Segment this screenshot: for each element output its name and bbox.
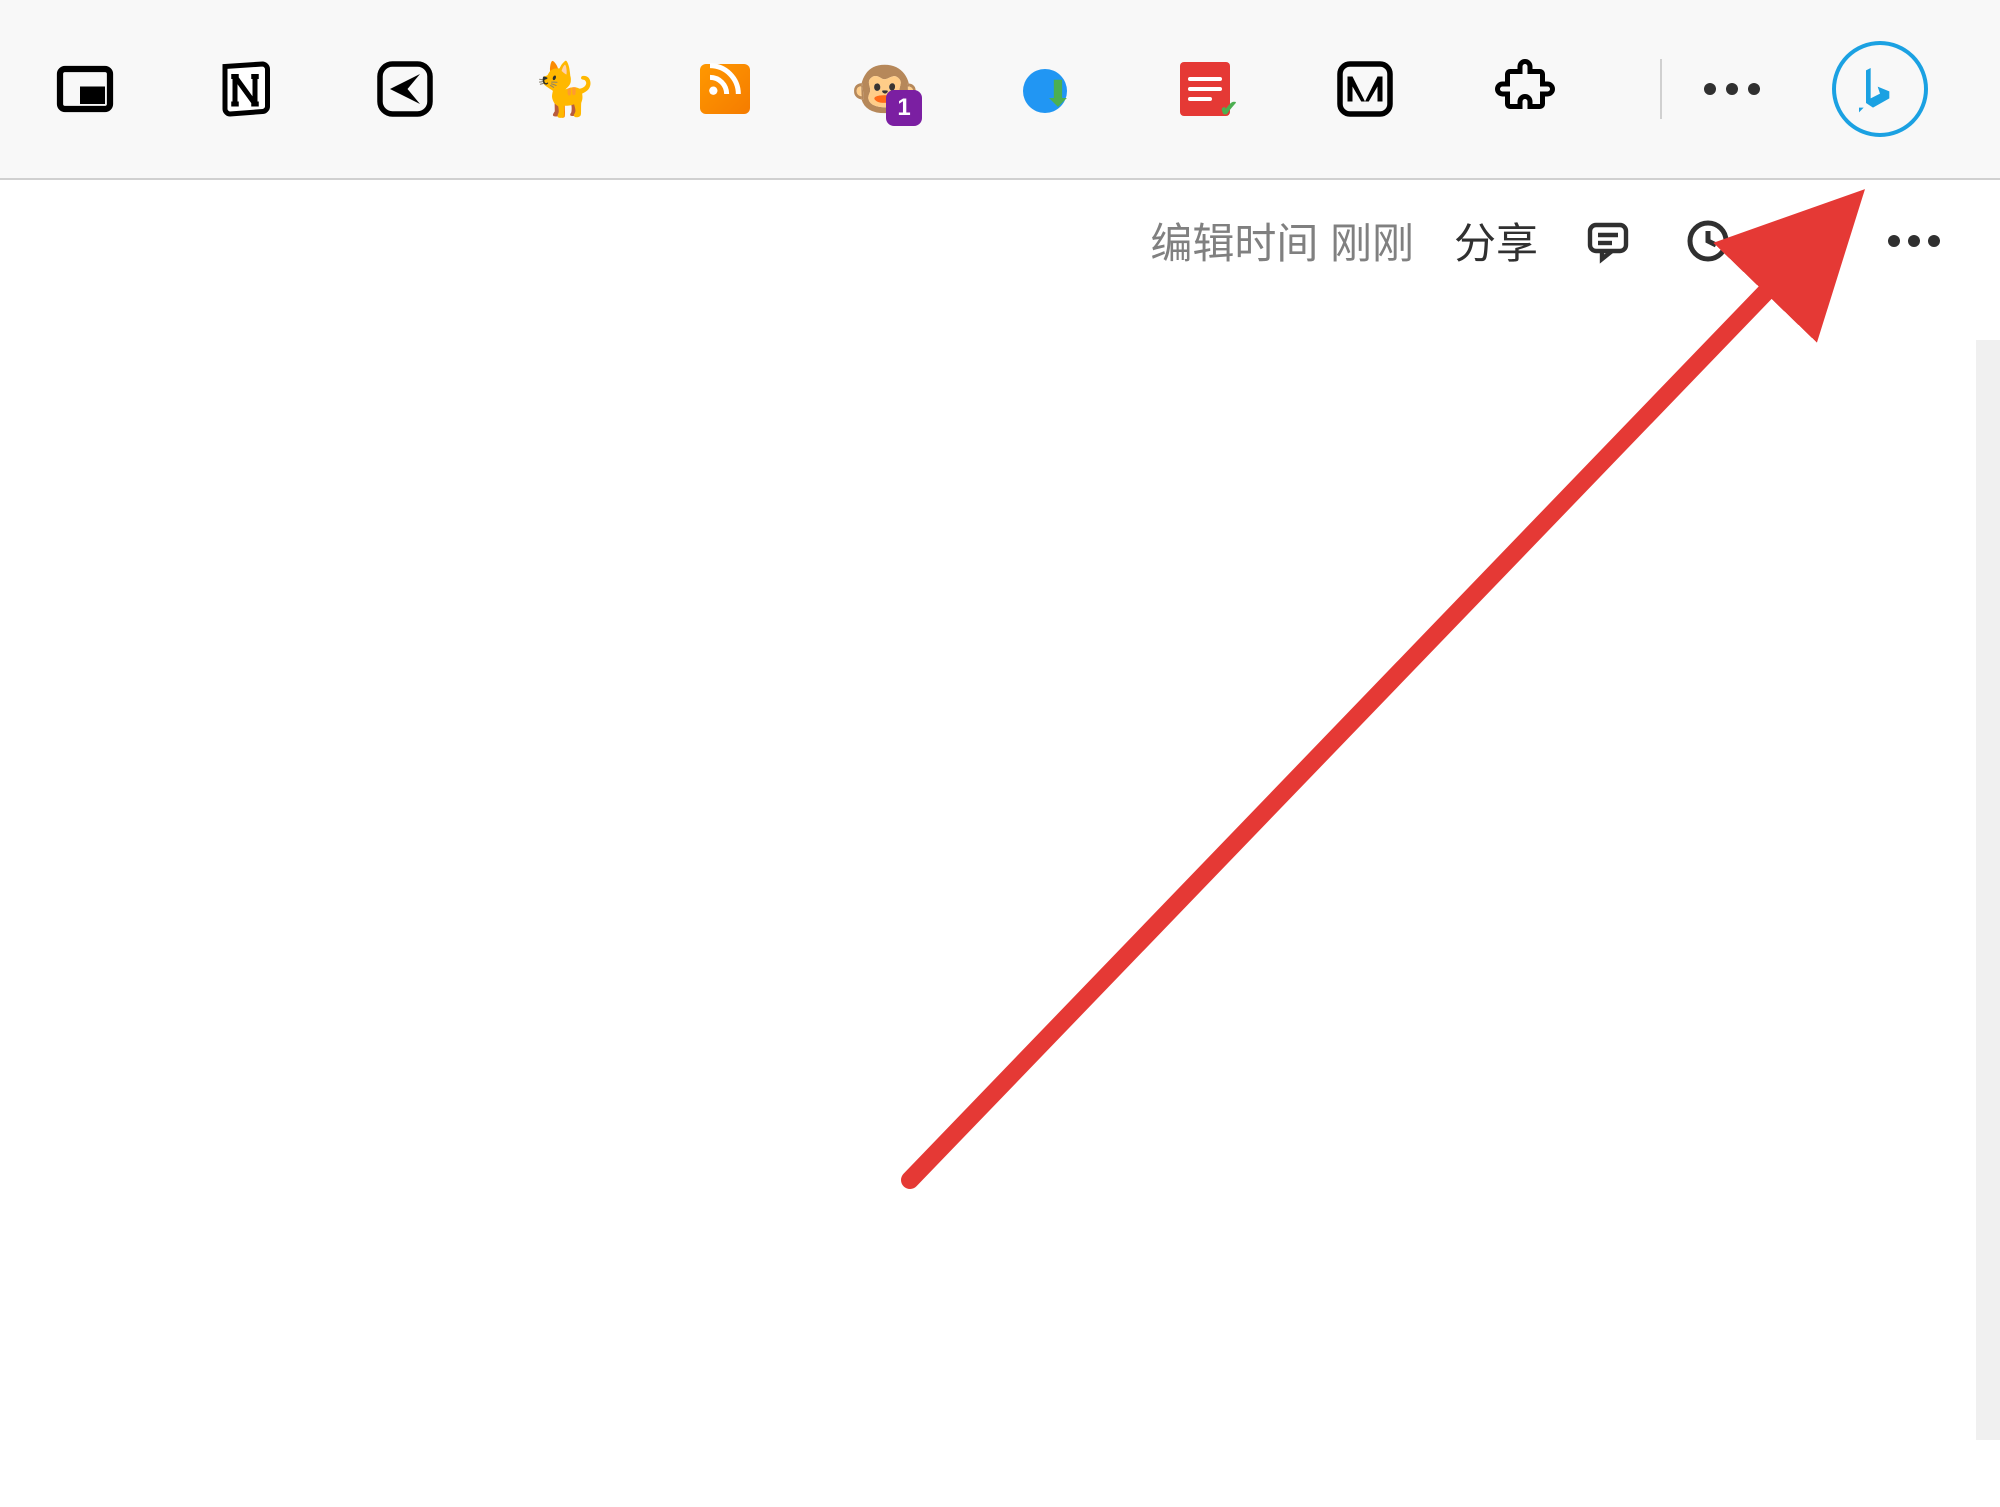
edit-time-label: 编辑时间 刚刚: [1150, 210, 1414, 271]
send-icon[interactable]: [350, 34, 460, 144]
history-icon[interactable]: [1678, 211, 1738, 271]
rss-icon[interactable]: [670, 34, 780, 144]
page-action-toolbar: 编辑时间 刚刚 分享: [0, 180, 2000, 301]
idm-icon[interactable]: ⬇: [990, 34, 1100, 144]
toolbar-overflow-icon[interactable]: [1692, 83, 1772, 95]
tampermonkey-icon[interactable]: 🐵 1: [830, 34, 940, 144]
vertical-scrollbar[interactable]: [1976, 340, 2000, 1440]
extension-badge: 1: [886, 90, 922, 126]
browser-extension-toolbar: 🐈 🐵 1 ⬇ ✔: [0, 0, 2000, 180]
share-button[interactable]: 分享: [1454, 210, 1538, 271]
comments-icon[interactable]: [1578, 211, 1638, 271]
extensions-puzzle-icon[interactable]: [1470, 34, 1580, 144]
picture-in-picture-icon[interactable]: [30, 34, 140, 144]
toolbar-divider: [1660, 59, 1662, 119]
document-icon[interactable]: ✔: [1150, 34, 1260, 144]
bing-chat-button[interactable]: [1832, 41, 1928, 137]
medium-icon[interactable]: [1310, 34, 1420, 144]
page-content-area: 编辑时间 刚刚 分享: [0, 180, 2000, 1505]
star-icon[interactable]: [1778, 211, 1838, 271]
notion-icon[interactable]: [190, 34, 300, 144]
cat-icon[interactable]: 🐈: [510, 34, 620, 144]
page-more-icon[interactable]: [1878, 215, 1950, 267]
